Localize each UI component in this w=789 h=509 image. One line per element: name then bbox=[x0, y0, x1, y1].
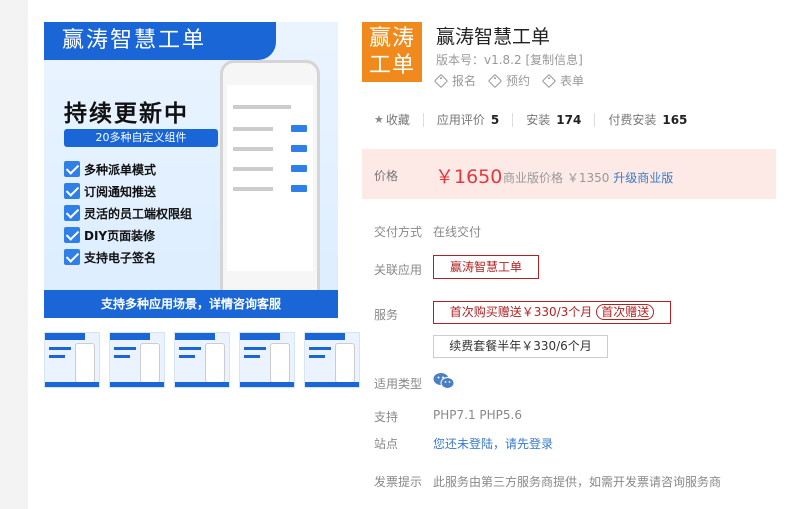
tag-icon bbox=[487, 73, 503, 88]
login-link[interactable]: 您还未登陆，请先登录 bbox=[433, 435, 553, 452]
app-title: 赢涛智慧工单 bbox=[436, 26, 551, 48]
upgrade-link[interactable]: 升级商业版 bbox=[613, 171, 673, 185]
support-value: PHP7.1 PHP5.6 bbox=[433, 408, 522, 422]
banner-headline: 持续更新中 bbox=[64, 101, 189, 127]
check-icon bbox=[64, 205, 80, 221]
thumbnail[interactable] bbox=[44, 332, 100, 388]
related-app-button[interactable]: 赢涛智慧工单 bbox=[433, 255, 539, 279]
type-label: 适用类型 bbox=[374, 377, 423, 391]
thumbnail[interactable] bbox=[304, 332, 360, 388]
favorite-button[interactable]: ★ 收藏 bbox=[374, 111, 410, 128]
banner-chip: 20多种自定义组件 bbox=[64, 129, 218, 147]
related-app-label: 关联应用 bbox=[374, 263, 423, 277]
service-renew-option[interactable]: 续费套餐半年￥330/6个月 bbox=[433, 335, 608, 358]
check-icon bbox=[64, 227, 80, 243]
check-icon bbox=[64, 183, 80, 199]
service-label: 服务 bbox=[374, 308, 399, 322]
app-logo: 赢涛 工单 bbox=[362, 22, 422, 82]
banner-title: 赢涛智慧工单 bbox=[44, 22, 276, 60]
paid-install-stat: 付费安装 165 bbox=[608, 112, 688, 128]
banner-footer: 支持多种应用场景，详情咨询客服 bbox=[44, 290, 338, 318]
banner-feature: 订阅通知推送 bbox=[64, 180, 192, 202]
payment-label: 交付方式 bbox=[374, 225, 423, 239]
price-amount: ￥1650 bbox=[435, 166, 503, 188]
commercial-price: 商业版价格 ￥1350 升级商业版 bbox=[503, 171, 674, 185]
install-stat: 安装 174 bbox=[526, 112, 582, 128]
first-gift-badge: 首次赠送 bbox=[596, 304, 655, 320]
phone-mockup bbox=[220, 60, 320, 304]
thumbnail[interactable] bbox=[174, 332, 230, 388]
service-first-option[interactable]: 首次购买赠送￥330/3个月 首次赠送 bbox=[433, 301, 671, 324]
invoice-label: 发票提示 bbox=[374, 475, 423, 489]
tag-item[interactable]: 报名 bbox=[433, 72, 476, 89]
thumbnail[interactable] bbox=[239, 332, 295, 388]
price-box: 价格 ￥1650 商业版价格 ￥1350 升级商业版 bbox=[362, 149, 776, 199]
banner-feature: 支持电子签名 bbox=[64, 246, 192, 268]
invoice-value: 此服务由第三方服务商提供，如需开发票请咨询服务商 bbox=[433, 475, 722, 489]
tag-icon bbox=[541, 73, 557, 88]
wechat-icon bbox=[433, 373, 455, 389]
banner-feature: 多种派单模式 bbox=[64, 158, 192, 180]
version-info[interactable]: 版本号：v1.8.2 [复制信息] bbox=[436, 51, 583, 68]
stats-row: ★ 收藏 应用评价 5 安装 174 付费安装 165 bbox=[374, 111, 687, 128]
rating-stat: 应用评价 5 bbox=[436, 112, 500, 128]
price-label: 价格 bbox=[374, 169, 399, 183]
check-icon bbox=[64, 249, 80, 265]
tag-list: 报名 预约 表单 bbox=[433, 72, 598, 89]
tag-item[interactable]: 预约 bbox=[487, 72, 530, 89]
check-icon bbox=[64, 161, 80, 177]
phone-screen bbox=[227, 85, 313, 271]
banner-feature-list: 多种派单模式 订阅通知推送 灵活的员工端权限组 DIY页面装修 支持电子签名 bbox=[64, 158, 192, 268]
star-icon: ★ bbox=[374, 113, 384, 126]
thumbnail[interactable] bbox=[109, 332, 165, 388]
tag-icon bbox=[433, 73, 449, 88]
payment-value: 在线交付 bbox=[433, 225, 482, 239]
thumbnail-strip bbox=[44, 332, 369, 388]
banner-feature: 灵活的员工端权限组 bbox=[64, 202, 192, 224]
tag-item[interactable]: 表单 bbox=[541, 72, 584, 89]
product-banner-image[interactable]: 赢涛智慧工单 持续更新中 20多种自定义组件 多种派单模式 订阅通知推送 灵活的… bbox=[44, 22, 338, 318]
banner-feature: DIY页面装修 bbox=[64, 224, 192, 246]
site-label: 站点 bbox=[374, 437, 399, 451]
support-label: 支持 bbox=[374, 410, 399, 424]
